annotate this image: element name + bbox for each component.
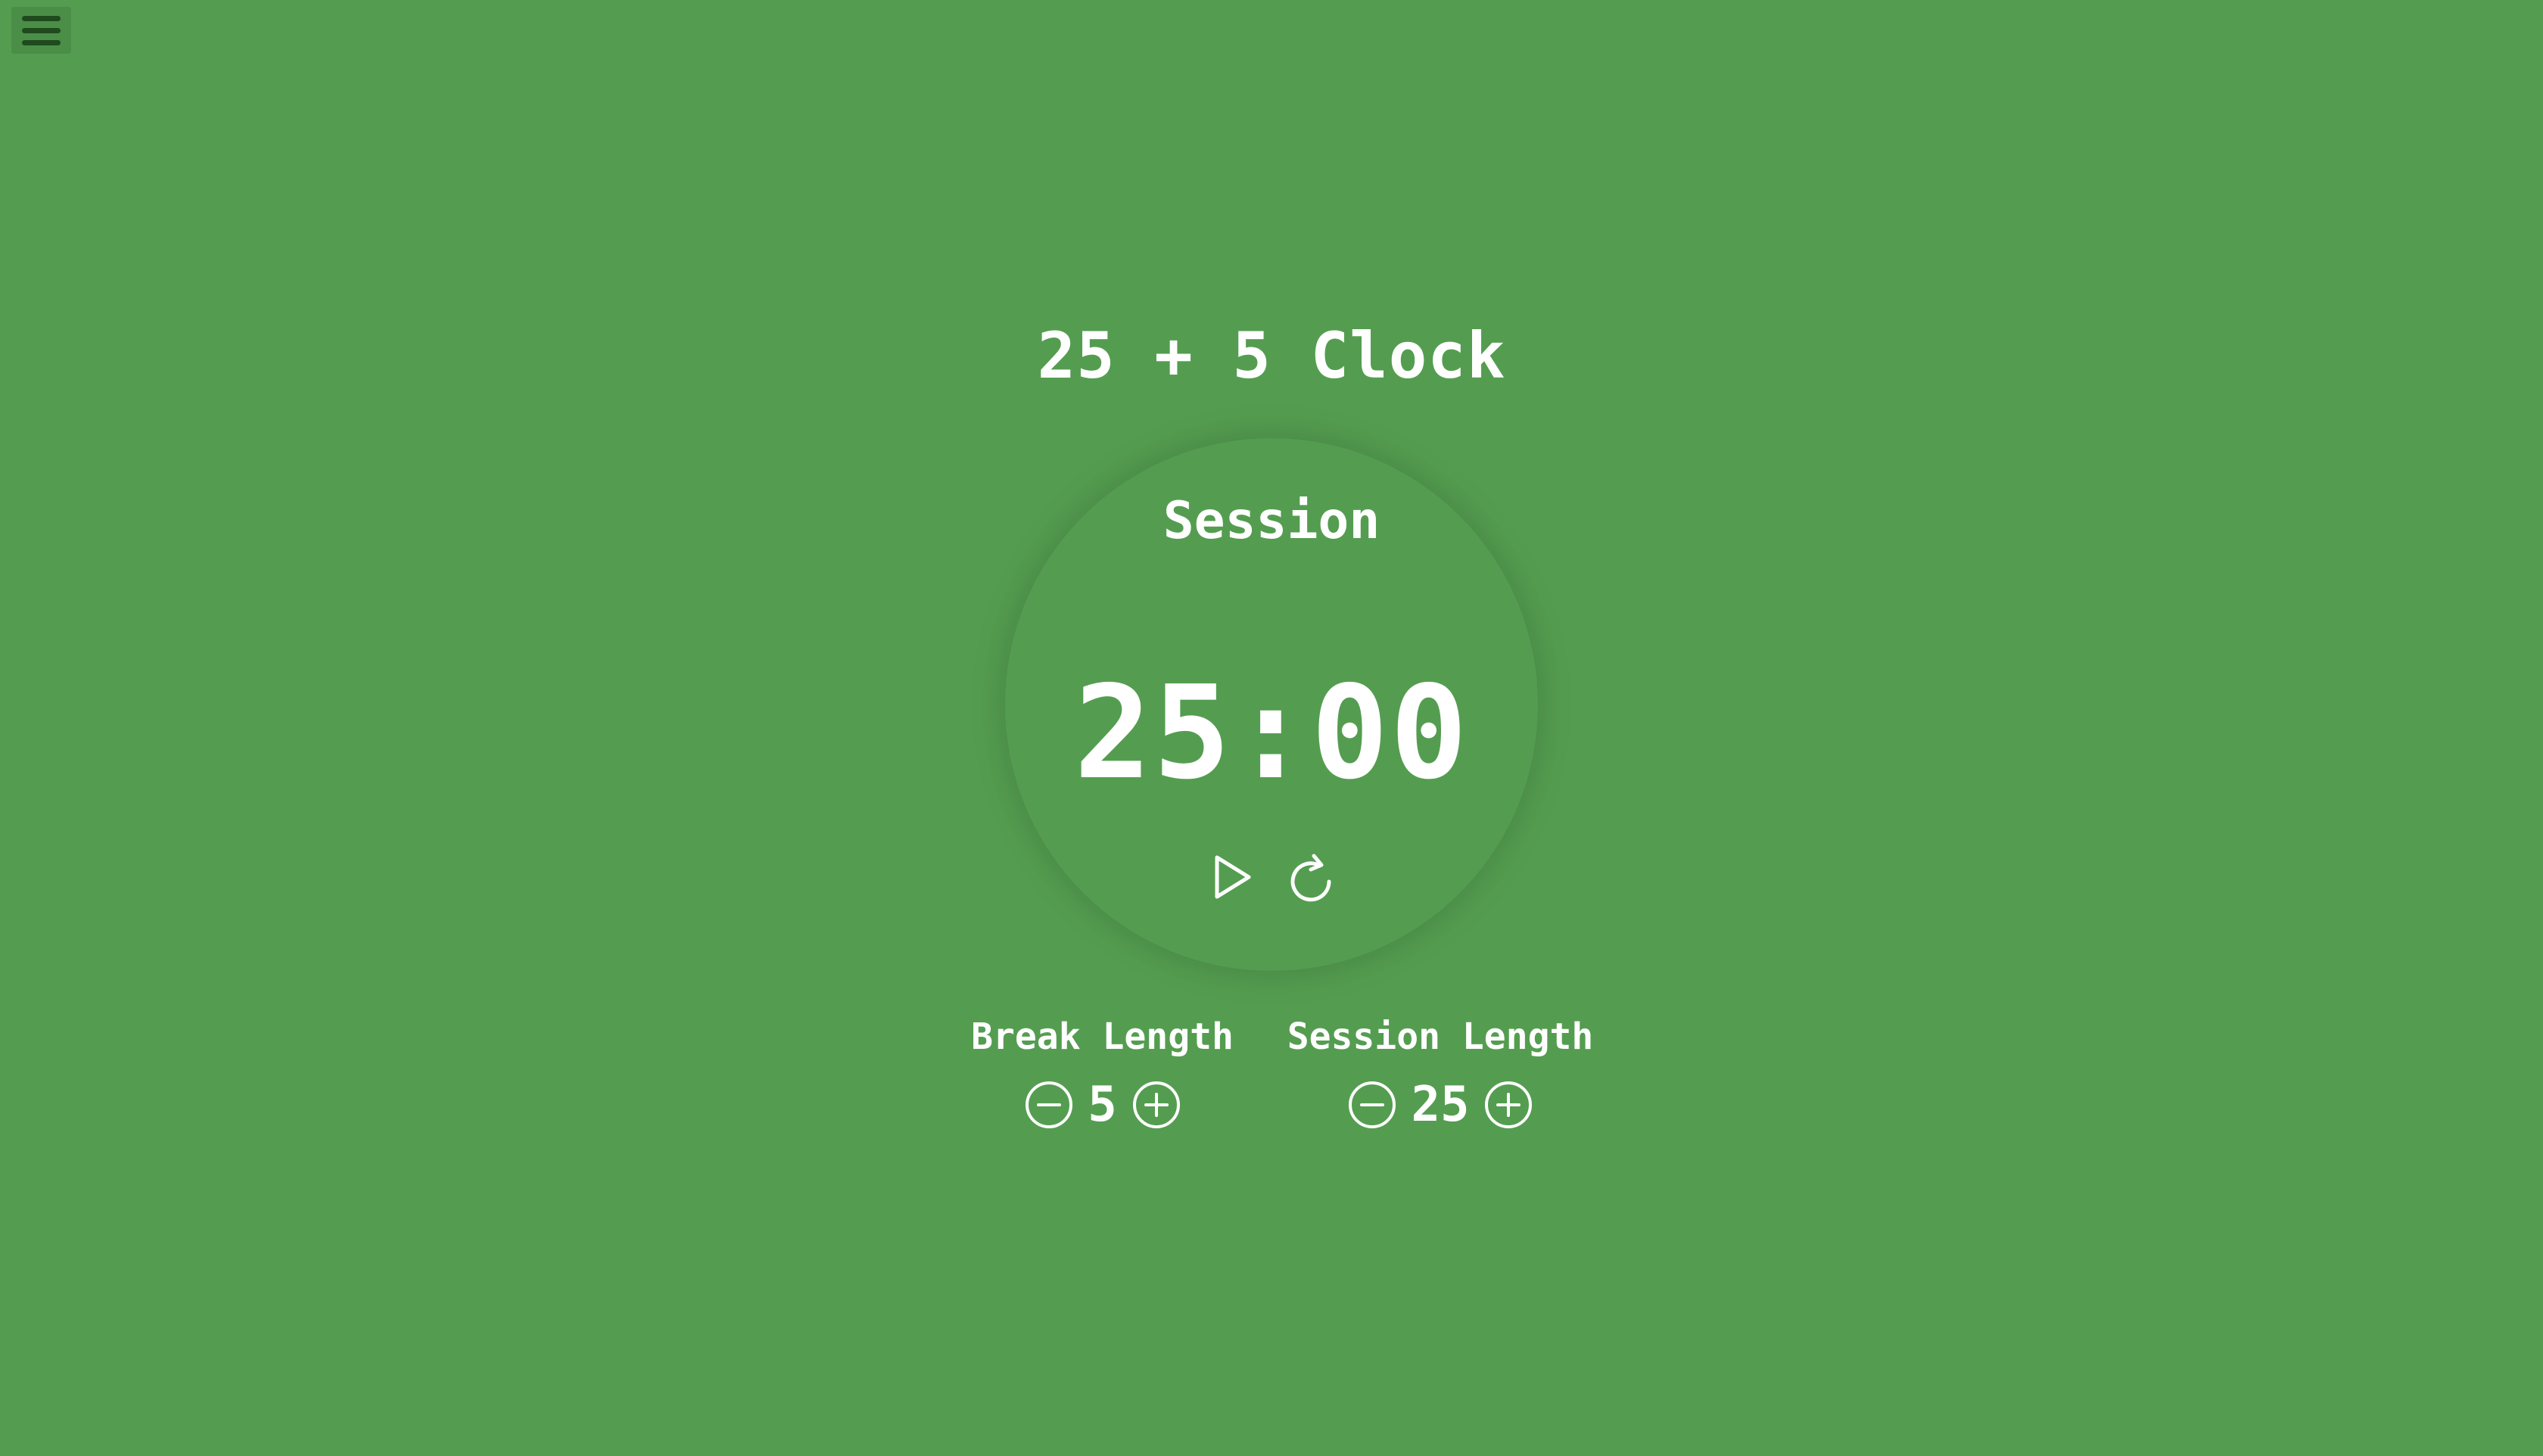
play-icon [1215, 855, 1251, 899]
timer-label: Session [1163, 491, 1380, 551]
break-increment-button[interactable] [1131, 1080, 1181, 1130]
hamburger-menu-icon-bar [22, 27, 61, 33]
menu-button[interactable] [11, 7, 71, 54]
length-controls: Break Length 5 Session Length 25 [0, 1010, 2543, 1161]
minus-circle-icon [1025, 1081, 1072, 1128]
session-length-group: Session Length 25 [1274, 1010, 1607, 1132]
session-increment-button[interactable] [1483, 1080, 1533, 1130]
break-decrement-button[interactable] [1024, 1080, 1074, 1130]
minus-circle-icon [1349, 1081, 1396, 1128]
time-left: 25:00 [1074, 658, 1469, 808]
session-length-label: Session Length [1287, 1016, 1594, 1058]
session-decrement-button[interactable] [1347, 1080, 1397, 1130]
page-title: 25 + 5 Clock [1037, 319, 1506, 393]
plus-circle-icon [1132, 1081, 1180, 1128]
session-length-value: 25 [1411, 1077, 1470, 1133]
break-length-group: Break Length 5 [949, 1010, 1256, 1132]
start-stop-button[interactable] [1206, 847, 1258, 907]
timer-display: Session 25:00 [1005, 438, 1538, 971]
hamburger-menu-icon-bar [22, 39, 61, 45]
break-length-label: Break Length [971, 1016, 1234, 1058]
reset-button[interactable] [1285, 847, 1337, 907]
session-length-row: 25 [1274, 1078, 1607, 1132]
break-length-value: 5 [1088, 1077, 1117, 1133]
timer-controls [1005, 847, 1538, 907]
break-length-row: 5 [949, 1078, 1256, 1132]
refresh-icon [1290, 854, 1331, 902]
plus-circle-icon [1484, 1081, 1532, 1128]
hamburger-menu-icon [22, 15, 61, 21]
